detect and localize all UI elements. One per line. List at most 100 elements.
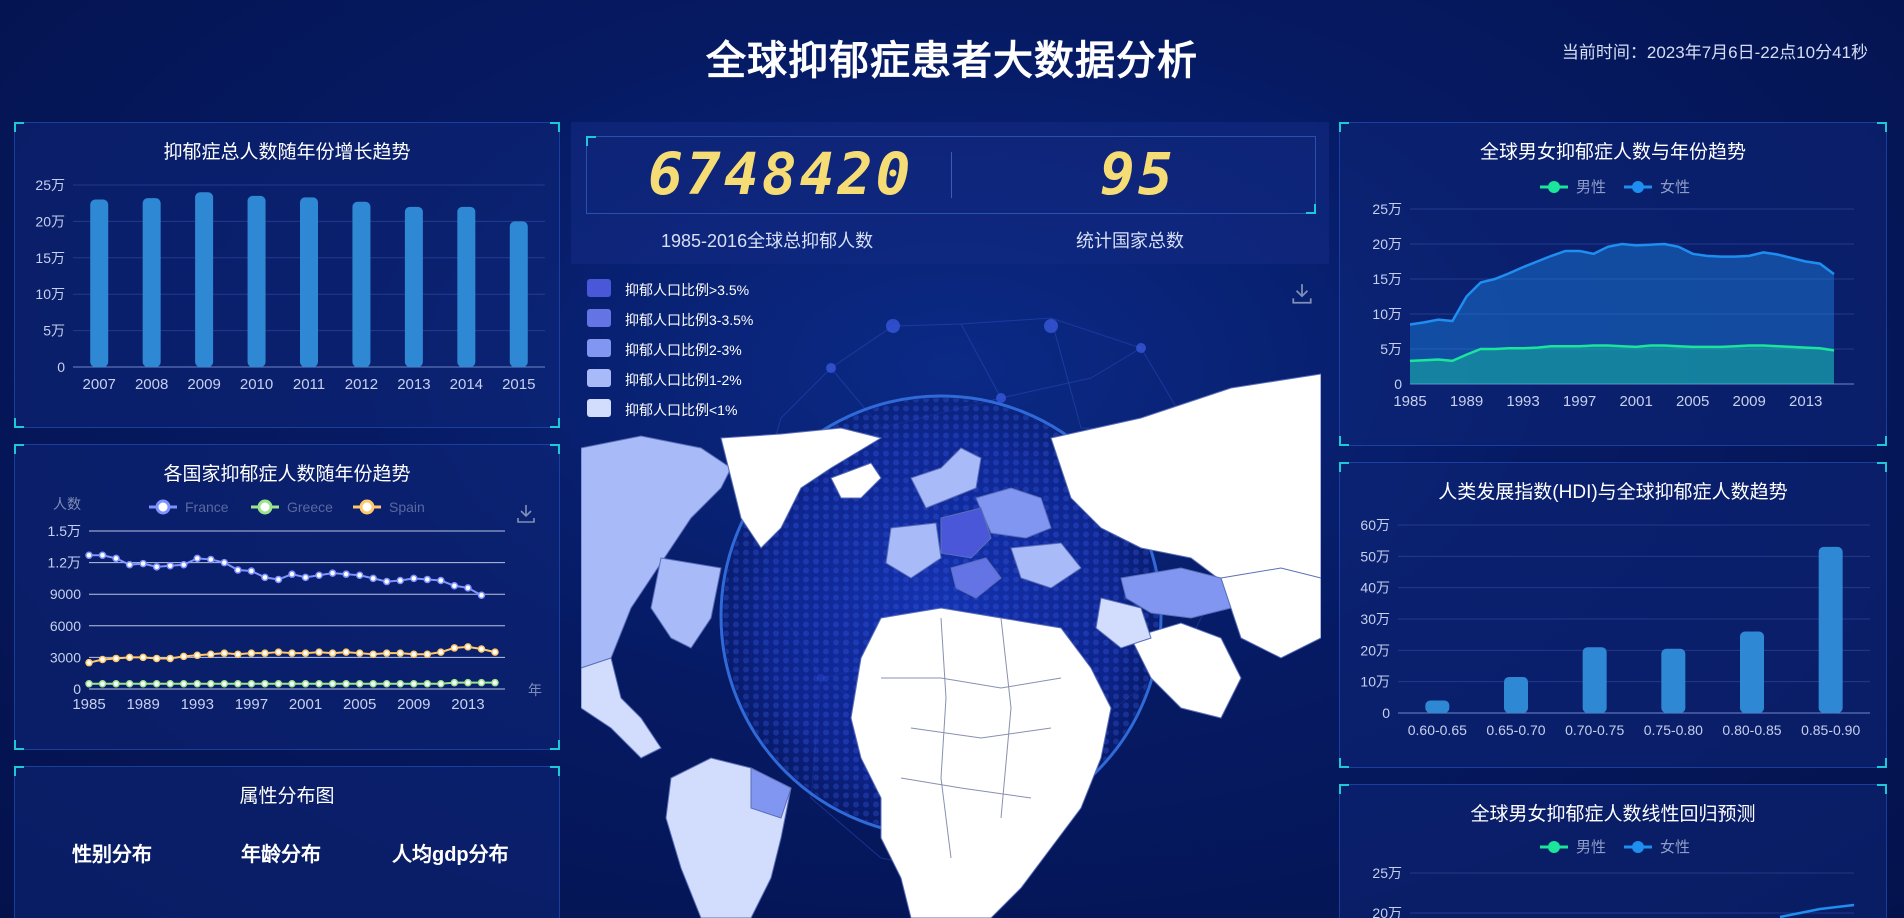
data-point (220, 679, 229, 688)
y-tick-label: 10万 (1360, 674, 1390, 690)
x-tick-label: 1985 (1393, 393, 1426, 410)
data-point (234, 679, 242, 688)
y-tick-label: 20万 (35, 213, 65, 229)
tab-gender[interactable]: 性别分布 (72, 838, 152, 867)
header: 全球抑郁症患者大数据分析 当前时间：2023年7月6日-22点10分41秒 (0, 0, 1904, 105)
tab-age[interactable]: 年龄分布 (241, 838, 321, 867)
data-point (491, 678, 499, 687)
chart-gender-trend: 0 5万 10万 15万 20万 25万 1985 1989 1993 1997 2001 2005 2… (1372, 178, 1854, 410)
download-icon[interactable] (515, 503, 537, 525)
data-point (179, 652, 188, 661)
x-tick-label: 2012 (345, 376, 378, 393)
data-point (369, 574, 377, 583)
legend-label: Greece (287, 499, 333, 515)
data-point (85, 658, 93, 667)
y-tick-label: 15万 (1372, 271, 1402, 287)
data-point (247, 679, 256, 688)
legend-marker (155, 499, 171, 515)
bar (300, 197, 318, 367)
data-point (234, 566, 242, 574)
data-point (152, 563, 161, 571)
data-point (193, 679, 202, 688)
data-point (342, 679, 350, 688)
series-line (1779, 903, 1855, 918)
x-tick-label: 2005 (343, 696, 376, 713)
y-tick-label: 6000 (50, 618, 81, 634)
corner-decoration (586, 136, 596, 146)
y-tick-label: 30万 (1360, 611, 1390, 627)
x-tick-label: 2009 (187, 376, 220, 393)
legend-marker (1632, 841, 1644, 853)
data-point (301, 649, 310, 657)
data-point (328, 679, 337, 688)
tab-gdp[interactable]: 人均gdp分布 (392, 838, 509, 867)
chart-regression: 男性 女性 25万 20万 (1372, 838, 1855, 918)
x-tick-label: 1993 (181, 696, 214, 713)
data-point (328, 649, 337, 657)
legend-label: 抑郁人口比例3-3.5% (625, 312, 754, 328)
x-tick-label: 0.80-0.85 (1722, 722, 1781, 738)
y-tick-label: 25万 (35, 177, 65, 193)
data-point (193, 554, 202, 563)
data-point (98, 551, 107, 559)
legend-swatch (587, 399, 611, 417)
data-point (288, 570, 296, 578)
y-tick-label: 9000 (50, 586, 81, 602)
chart-total-trend: 0 5万 10万 15万 20万 25万 2007 2008 2009 2010 2011 2012 2… (35, 177, 545, 393)
data-point (342, 570, 350, 578)
legend-label: 抑郁人口比例>3.5% (625, 282, 750, 298)
legend-label: 男性 (1576, 839, 1606, 856)
data-point (369, 679, 377, 688)
data-point (234, 650, 242, 658)
data-point (207, 679, 215, 688)
bar (457, 206, 476, 367)
legend-marker (1548, 181, 1560, 193)
data-point (220, 649, 229, 657)
x-tick-label: 1989 (126, 696, 159, 713)
y-tick-label: 5万 (1380, 341, 1402, 357)
download-icon[interactable] (1290, 282, 1314, 306)
data-point (491, 648, 499, 656)
data-point (125, 653, 134, 662)
bar (1425, 700, 1450, 713)
y-tick-label: 20万 (1372, 905, 1402, 918)
data-point (301, 679, 310, 688)
data-point (247, 567, 256, 575)
data-point (274, 648, 283, 656)
data-point (166, 654, 174, 663)
data-point (477, 591, 486, 600)
data-point (464, 643, 472, 651)
data-point (382, 577, 391, 586)
y-tick-label: 1.5万 (48, 523, 81, 539)
y-tick-label: 40万 (1360, 580, 1390, 596)
panel-hdi: 人类发展指数(HDI)与全球抑郁症人数趋势 0 10万 20万 30万 40万 50万 60… (1339, 462, 1887, 768)
data-point (450, 582, 459, 590)
corner-decoration (550, 766, 560, 776)
y-tick-label: 0 (57, 359, 65, 375)
data-point (112, 679, 120, 688)
data-point (328, 569, 337, 577)
data-point (179, 679, 188, 688)
data-point (207, 555, 215, 564)
y-axis-label: 人数 (53, 496, 81, 512)
x-tick-label: 2001 (289, 696, 322, 713)
x-tick-label: 1997 (235, 696, 268, 713)
data-point (261, 573, 269, 582)
data-point (274, 679, 283, 688)
corner-decoration (14, 766, 24, 776)
data-point (396, 576, 405, 585)
y-tick-label: 10万 (35, 286, 65, 302)
data-point (423, 650, 432, 658)
data-point (112, 554, 120, 563)
data-point (464, 584, 472, 592)
x-tick-label: 2005 (1676, 393, 1709, 410)
data-point (247, 649, 256, 657)
x-tick-label: 2015 (502, 376, 535, 393)
bar (1582, 647, 1607, 713)
data-point (220, 558, 229, 567)
data-point (382, 649, 391, 657)
y-tick-label: 50万 (1360, 548, 1390, 564)
x-tick-label: 0.65-0.70 (1486, 722, 1545, 738)
africa (850, 607, 1112, 918)
data-point (301, 573, 310, 582)
